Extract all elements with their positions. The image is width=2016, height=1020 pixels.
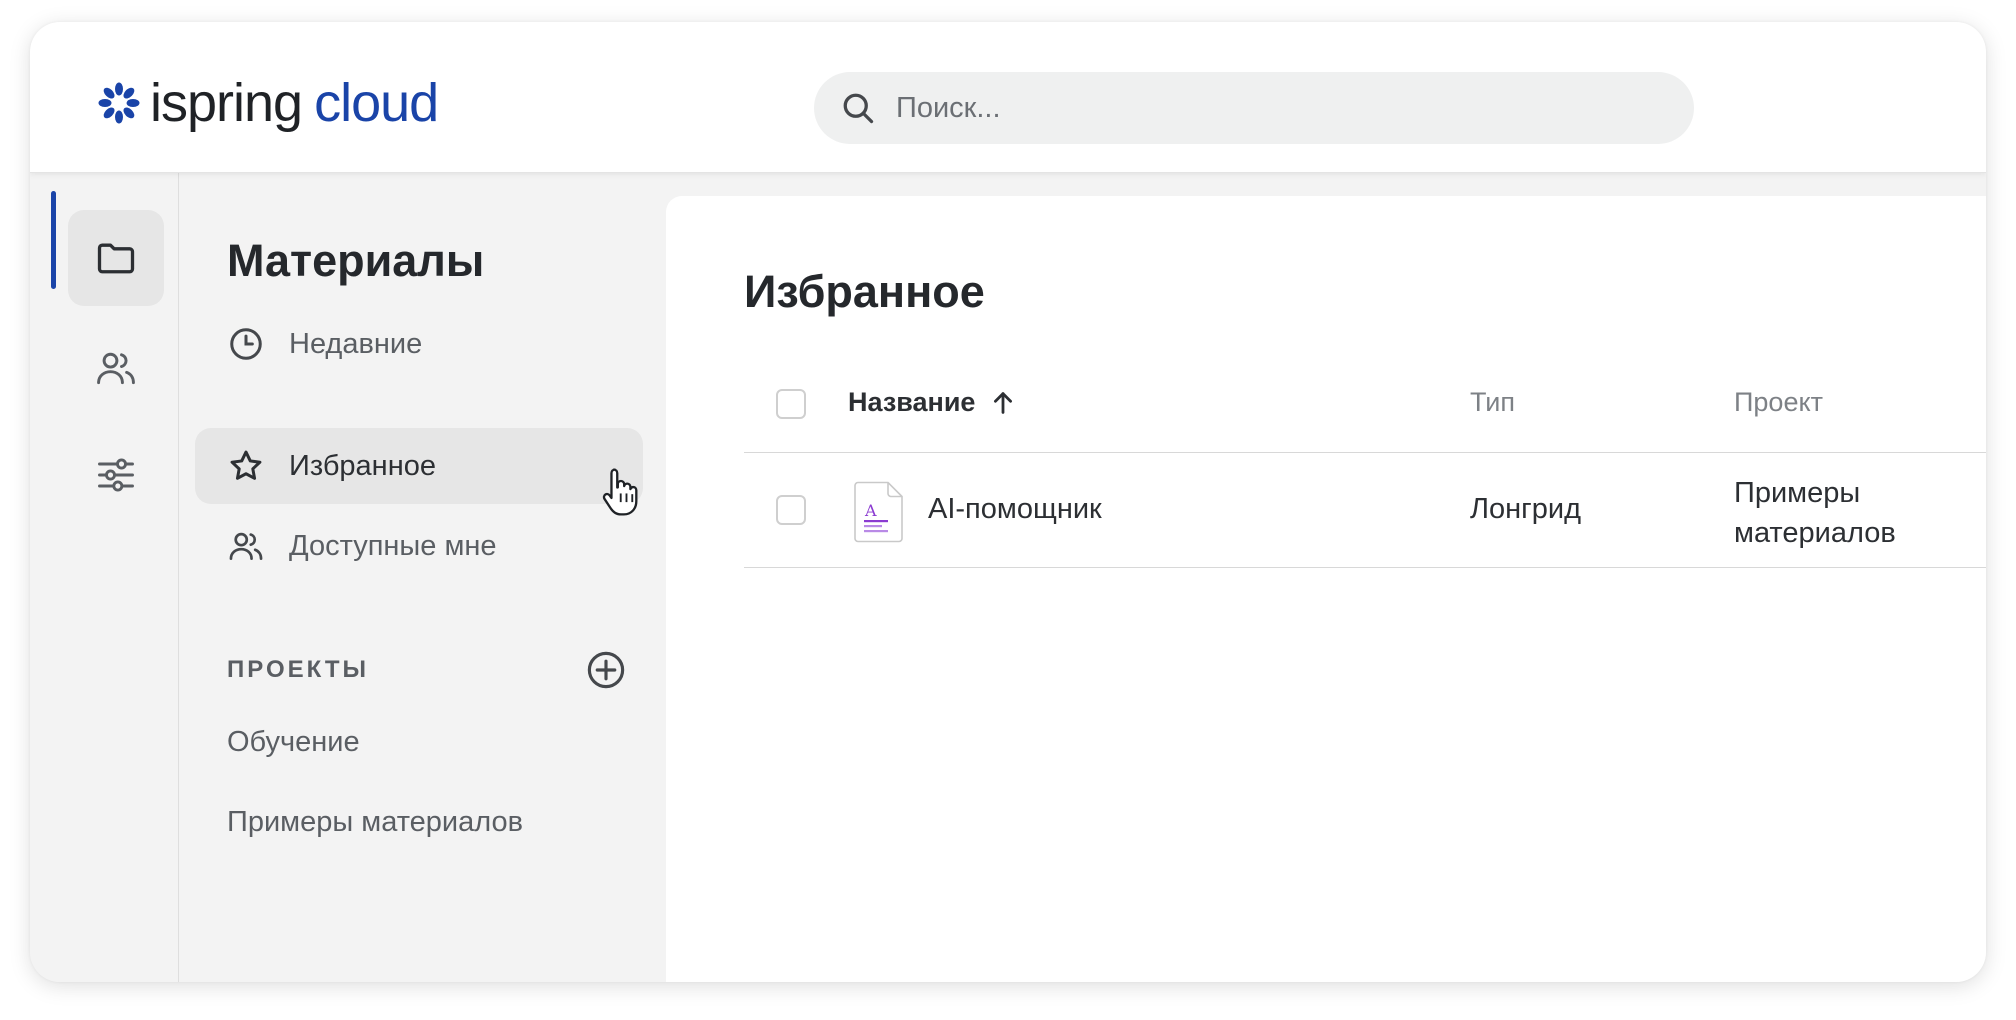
rail-settings-button[interactable] (68, 427, 164, 523)
column-header-name[interactable]: Название (848, 387, 1017, 418)
column-header-project[interactable]: Проект (1734, 387, 1823, 418)
table-row[interactable]: A AI-помощник Лонгрид Примеры материалов (744, 453, 1986, 568)
users-icon (97, 352, 135, 385)
ispring-logo-icon (98, 82, 140, 124)
row-project: Примеры материалов (1734, 477, 1896, 549)
row-checkbox[interactable] (776, 495, 806, 525)
nav-label-favorites: Избранное (289, 449, 436, 482)
nav-label-shared: Доступные мне (289, 529, 497, 562)
clock-icon (230, 328, 262, 360)
nav-item-favorites[interactable]: Избранное (195, 428, 643, 504)
column-header-type[interactable]: Тип (1470, 387, 1515, 418)
select-all-checkbox[interactable] (776, 389, 806, 419)
app-window: ispringcloud М (30, 22, 1986, 982)
rail-users-button[interactable] (68, 320, 164, 416)
column-header-name-label: Название (848, 387, 976, 417)
hand-pointer-cursor-icon (602, 468, 638, 516)
active-indicator (51, 191, 56, 289)
project-item-training[interactable]: Обучение (227, 726, 360, 759)
users-icon (229, 532, 263, 561)
nav-rail (30, 173, 179, 982)
materials-table: Название Тип Проект A AI-помощник Лонгри… (744, 356, 1986, 568)
logo-text-cloud: cloud (314, 73, 439, 133)
nav-item-shared[interactable]: Доступные мне (195, 508, 643, 584)
row-name[interactable]: AI-помощник (928, 493, 1102, 526)
page-title: Избранное (744, 266, 985, 317)
svg-text:A: A (864, 501, 877, 520)
top-bar: ispring cloud (30, 22, 1986, 173)
add-project-icon[interactable] (585, 649, 627, 691)
sliders-icon (98, 458, 134, 492)
search-icon (843, 93, 874, 124)
search-input[interactable] (894, 90, 1658, 126)
row-type: Лонгрид (1470, 493, 1582, 525)
content-panel: Избранное Название Тип Проект A AI-помощ… (666, 196, 1986, 982)
search-bar[interactable] (814, 72, 1694, 144)
folder-icon (97, 243, 135, 274)
projects-title: ПРОЕКТЫ (227, 656, 370, 683)
project-item-examples[interactable]: Примеры материалов (227, 806, 523, 839)
nav-item-recent[interactable]: Недавние (195, 306, 643, 382)
longread-file-icon: A (854, 481, 903, 543)
table-header: Название Тип Проект (744, 356, 1986, 453)
sort-arrow-up-icon (994, 391, 1013, 414)
star-icon (230, 450, 262, 480)
rail-materials-button[interactable] (68, 210, 164, 306)
nav-label-recent: Недавние (289, 327, 423, 360)
projects-header: ПРОЕКТЫ (227, 649, 627, 691)
sidebar-title: Материалы (227, 235, 485, 286)
logo-text-ispring: ispring (150, 73, 303, 133)
ispring-cloud-logo[interactable]: ispring cloud (96, 73, 439, 133)
materials-sidebar: Материалы Недавние Избранное Доступные м… (179, 173, 659, 982)
